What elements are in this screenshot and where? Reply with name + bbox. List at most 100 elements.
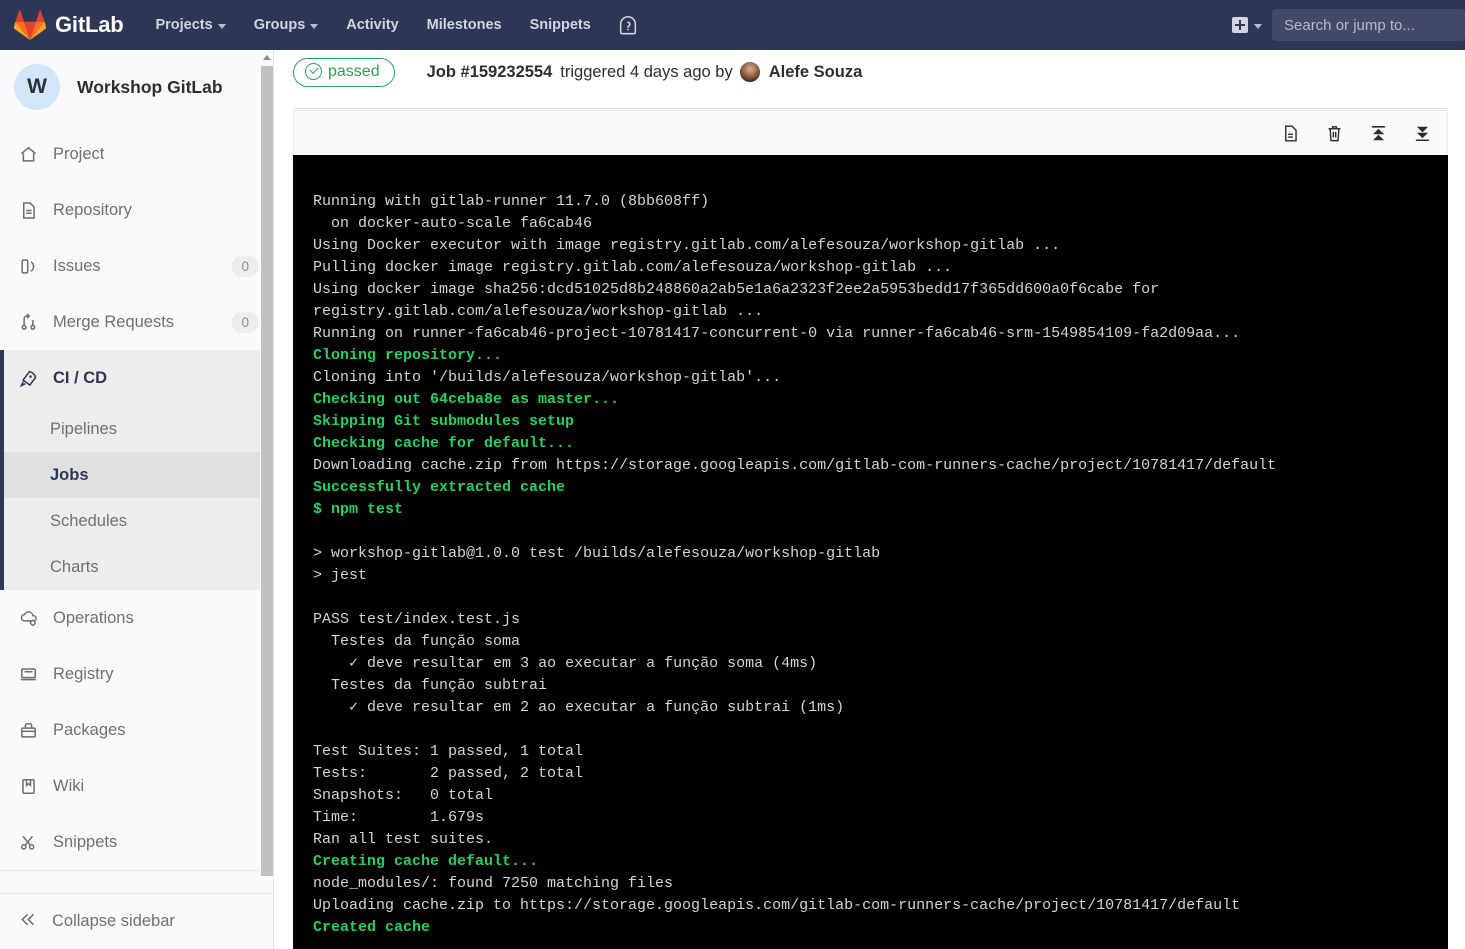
log-line: Tests: 2 passed, 2 total (313, 765, 584, 782)
job-triggered-text: triggered 4 days ago by (560, 62, 733, 81)
log-line: Checking out 64ceba8e as master... (313, 391, 620, 408)
sidebar-item-wiki[interactable]: Wiki (0, 758, 273, 814)
log-line: Checking cache for default... (313, 435, 575, 452)
log-line: Using docker image sha256:dcd51025d8b248… (313, 281, 1160, 298)
sidebar-subitem-charts[interactable]: Charts (4, 544, 273, 590)
sidebar-scroll-area: W Workshop GitLab Project Repository Iss… (0, 50, 273, 893)
log-line: registry.gitlab.com/alefesouza/workshop-… (313, 303, 764, 320)
log-line: Uploading cache.zip to https://storage.g… (313, 897, 1241, 914)
log-line: Running on runner-fa6cab46-project-10781… (313, 325, 1241, 342)
scroll-to-bottom-icon[interactable] (1411, 122, 1433, 144)
log-line: Running with gitlab-runner 11.7.0 (8bb60… (313, 193, 710, 210)
job-header-text: Job #159232554 triggered 4 days ago by A… (427, 61, 863, 83)
sidebar-subitem-jobs[interactable]: Jobs (4, 452, 273, 498)
log-line: on docker-auto-scale fa6cab46 (313, 215, 593, 232)
log-line: Downloading cache.zip from https://stora… (313, 457, 1277, 474)
sidebar-item-registry[interactable]: Registry (0, 646, 273, 702)
scrollbar-thumb[interactable] (261, 66, 273, 876)
raw-log-icon[interactable] (1279, 122, 1301, 144)
top-navbar: GitLab Projects Groups Activity Mileston… (0, 0, 1465, 50)
scrollbar-up-arrow-icon[interactable] (260, 50, 273, 64)
sidebar-item-packages[interactable]: Packages (0, 702, 273, 758)
nav-groups[interactable]: Groups (240, 0, 333, 50)
gitlab-home-link[interactable]: GitLab (0, 10, 141, 40)
log-line: Using Docker executor with image registr… (313, 237, 1061, 254)
log-line: Testes da função soma (313, 633, 521, 650)
main-content: passed Job #159232554 triggered 4 days a… (275, 50, 1465, 949)
scroll-to-top-icon[interactable] (1367, 122, 1389, 144)
sidebar-item-project[interactable]: Project (0, 126, 273, 182)
job-log-output[interactable]: Running with gitlab-runner 11.7.0 (8bb60… (293, 155, 1448, 949)
book-icon (18, 776, 38, 796)
nav-groups-label: Groups (253, 17, 306, 33)
chevron-down-icon (1254, 23, 1262, 29)
log-line: Time: 1.679s (313, 809, 485, 826)
chevron-down-icon (310, 23, 319, 29)
plus-square-icon (1232, 17, 1248, 33)
scissors-icon (18, 832, 38, 852)
job-number[interactable]: Job #159232554 (427, 63, 553, 82)
brand-title: GitLab (55, 12, 124, 37)
nav-projects[interactable]: Projects (141, 0, 239, 50)
log-line: Skipping Git submodules setup (313, 413, 575, 430)
project-sidebar: W Workshop GitLab Project Repository Iss… (0, 50, 274, 949)
navbar-right (1222, 0, 1465, 50)
rocket-icon (18, 368, 38, 388)
sidebar-item-cicd[interactable]: CI / CD (4, 350, 273, 406)
log-line: Cloning into '/builds/alefesouza/worksho… (313, 369, 782, 386)
registry-icon (18, 664, 38, 684)
header-divider (293, 108, 1447, 109)
sidebar-divider (0, 870, 273, 871)
collapse-sidebar-label: Collapse sidebar (52, 912, 175, 930)
log-line: PASS test/index.test.js (313, 611, 521, 628)
project-name: Workshop GitLab (77, 76, 223, 97)
log-line: ✓ deve resultar em 2 ao executar a funçã… (313, 699, 845, 716)
sidebar-subitem-schedules[interactable]: Schedules (4, 498, 273, 544)
sidebar-item-packages-label: Packages (53, 720, 126, 739)
new-item-button[interactable] (1222, 0, 1272, 50)
merge-requests-count-badge: 0 (232, 311, 258, 333)
sidebar-item-issues[interactable]: Issues 0 (0, 238, 273, 294)
erase-trash-icon[interactable] (1323, 122, 1345, 144)
sidebar-item-repository-label: Repository (53, 200, 132, 219)
log-line: Pulling docker image registry.gitlab.com… (313, 259, 953, 276)
sidebar-item-wiki-label: Wiki (53, 776, 85, 795)
sidebar-item-project-label: Project (53, 144, 105, 163)
merge-request-icon (18, 312, 38, 332)
gitlab-logo-icon (14, 10, 46, 40)
search-input[interactable] (1272, 9, 1465, 41)
job-author[interactable]: Alefe Souza (769, 63, 863, 82)
sidebar-item-snippets[interactable]: Snippets (0, 814, 273, 870)
sidebar-item-repository[interactable]: Repository (0, 182, 273, 238)
log-line: > jest (313, 567, 368, 584)
status-badge[interactable]: passed (293, 57, 395, 87)
project-home-link[interactable]: W Workshop GitLab (0, 50, 273, 126)
log-line: Snapshots: 0 total (313, 787, 494, 804)
sidebar-item-operations-label: Operations (53, 608, 134, 627)
sidebar-item-snippets-label: Snippets (53, 832, 118, 851)
nav-snippets[interactable]: Snippets (516, 0, 605, 50)
nav-milestones[interactable]: Milestones (413, 0, 516, 50)
project-avatar: W (14, 64, 60, 110)
nav-activity[interactable]: Activity (332, 0, 412, 50)
sidebar-group-cicd: CI / CD Pipelines Jobs Schedules Charts (0, 350, 273, 590)
sidebar-scrollbar[interactable] (260, 50, 273, 893)
log-line: $ npm test (313, 501, 404, 518)
chevron-down-icon (217, 23, 226, 29)
help-circle-icon[interactable] (605, 0, 651, 50)
sidebar-item-merge-requests-label: Merge Requests (53, 312, 175, 331)
job-log-panel: Running with gitlab-runner 11.7.0 (8bb60… (293, 110, 1448, 949)
log-line: Created cache (313, 919, 431, 936)
cloud-gear-icon (18, 608, 38, 628)
sidebar-subitem-pipelines[interactable]: Pipelines (4, 406, 273, 452)
sidebar-item-merge-requests[interactable]: Merge Requests 0 (0, 294, 273, 350)
avatar[interactable] (738, 61, 761, 83)
chevron-double-left-icon (18, 910, 37, 934)
log-line: Ran all test suites. (313, 831, 494, 848)
job-log-toolbar (293, 110, 1448, 155)
home-icon (18, 144, 38, 164)
collapse-sidebar-button[interactable]: Collapse sidebar (0, 893, 273, 949)
sidebar-item-operations[interactable]: Operations (0, 590, 273, 646)
